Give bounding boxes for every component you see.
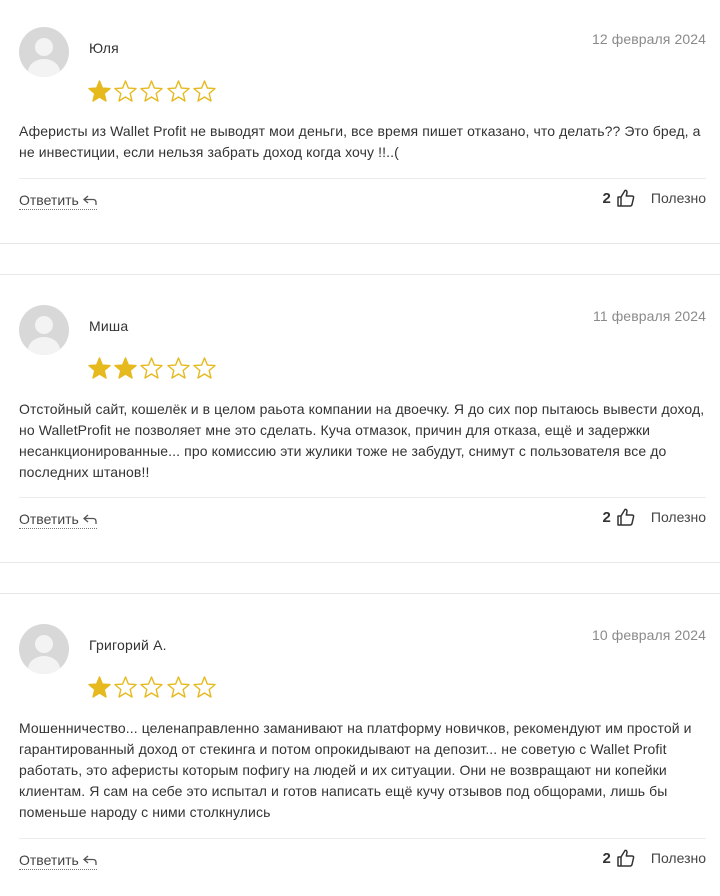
reply-label: Ответить bbox=[19, 852, 79, 868]
review-divider bbox=[0, 562, 720, 563]
thumbs-up-icon[interactable] bbox=[617, 189, 635, 207]
review-card: Юля 12 февраля 2024 Аферисты из Wallet P… bbox=[0, 0, 720, 244]
star-empty-icon bbox=[140, 80, 164, 102]
star-filled-icon bbox=[114, 357, 137, 379]
review-text: Отстойный сайт, кошелёк и в целом раьота… bbox=[19, 401, 705, 480]
star-filled-icon bbox=[88, 80, 111, 102]
star-rating bbox=[87, 675, 218, 701]
review-text: Мошенничество... целенаправленно заманив… bbox=[19, 720, 692, 820]
reply-arrow-icon bbox=[82, 855, 97, 865]
review-date: 12 февраля 2024 bbox=[591, 31, 706, 47]
likes-area: 2 Полезно bbox=[603, 508, 706, 526]
separator bbox=[19, 178, 706, 179]
thumbs-up-icon[interactable] bbox=[617, 849, 635, 867]
star-empty-icon bbox=[193, 80, 216, 102]
reply-button[interactable]: Ответить bbox=[19, 192, 97, 210]
star-empty-icon bbox=[166, 676, 190, 698]
like-count: 2 bbox=[602, 849, 611, 867]
likes-area: 2 Полезно bbox=[603, 189, 706, 207]
star-empty-icon bbox=[193, 357, 216, 379]
reply-arrow-icon bbox=[82, 514, 97, 524]
star-filled-icon bbox=[88, 676, 111, 698]
review-divider bbox=[0, 243, 720, 244]
review-date: 11 февраля 2024 bbox=[592, 308, 706, 324]
review-text: Аферисты из Wallet Profit не выводят мои… bbox=[19, 123, 701, 160]
useful-label[interactable]: Полезно bbox=[651, 509, 706, 525]
star-empty-icon bbox=[140, 357, 164, 379]
star-filled-icon bbox=[88, 357, 111, 379]
star-empty-icon bbox=[166, 357, 190, 379]
avatar bbox=[19, 305, 69, 355]
like-count: 2 bbox=[602, 189, 611, 207]
star-empty-icon bbox=[114, 80, 137, 102]
reply-button[interactable]: Ответить bbox=[19, 852, 97, 870]
review-date: 10 февраля 2024 bbox=[591, 627, 706, 643]
reply-label: Ответить bbox=[19, 511, 79, 527]
reply-arrow-icon bbox=[82, 195, 97, 205]
likes-area: 2 Полезно bbox=[603, 849, 706, 867]
reply-label: Ответить bbox=[19, 192, 79, 208]
useful-label[interactable]: Полезно bbox=[651, 190, 706, 206]
separator bbox=[19, 497, 706, 498]
star-rating bbox=[87, 356, 218, 382]
separator bbox=[19, 838, 706, 839]
review-author-name: Миша bbox=[89, 318, 129, 334]
review-author-name: Григорий А. bbox=[89, 637, 167, 653]
thumbs-up-icon[interactable] bbox=[617, 508, 635, 526]
star-empty-icon bbox=[114, 676, 137, 698]
star-empty-icon bbox=[166, 80, 190, 102]
useful-label[interactable]: Полезно bbox=[651, 850, 706, 866]
reply-button[interactable]: Ответить bbox=[19, 511, 97, 529]
star-empty-icon bbox=[193, 676, 216, 698]
avatar bbox=[19, 624, 69, 674]
avatar bbox=[19, 27, 69, 77]
like-count: 2 bbox=[602, 508, 611, 526]
star-rating bbox=[87, 79, 218, 105]
review-card: Миша 11 февраля 2024 Отстойный сайт, кош… bbox=[0, 275, 720, 562]
review-author-name: Юля bbox=[89, 40, 119, 56]
star-empty-icon bbox=[140, 676, 164, 698]
review-card: Григорий А. 10 февраля 2024 Мошенничеств… bbox=[0, 594, 720, 896]
